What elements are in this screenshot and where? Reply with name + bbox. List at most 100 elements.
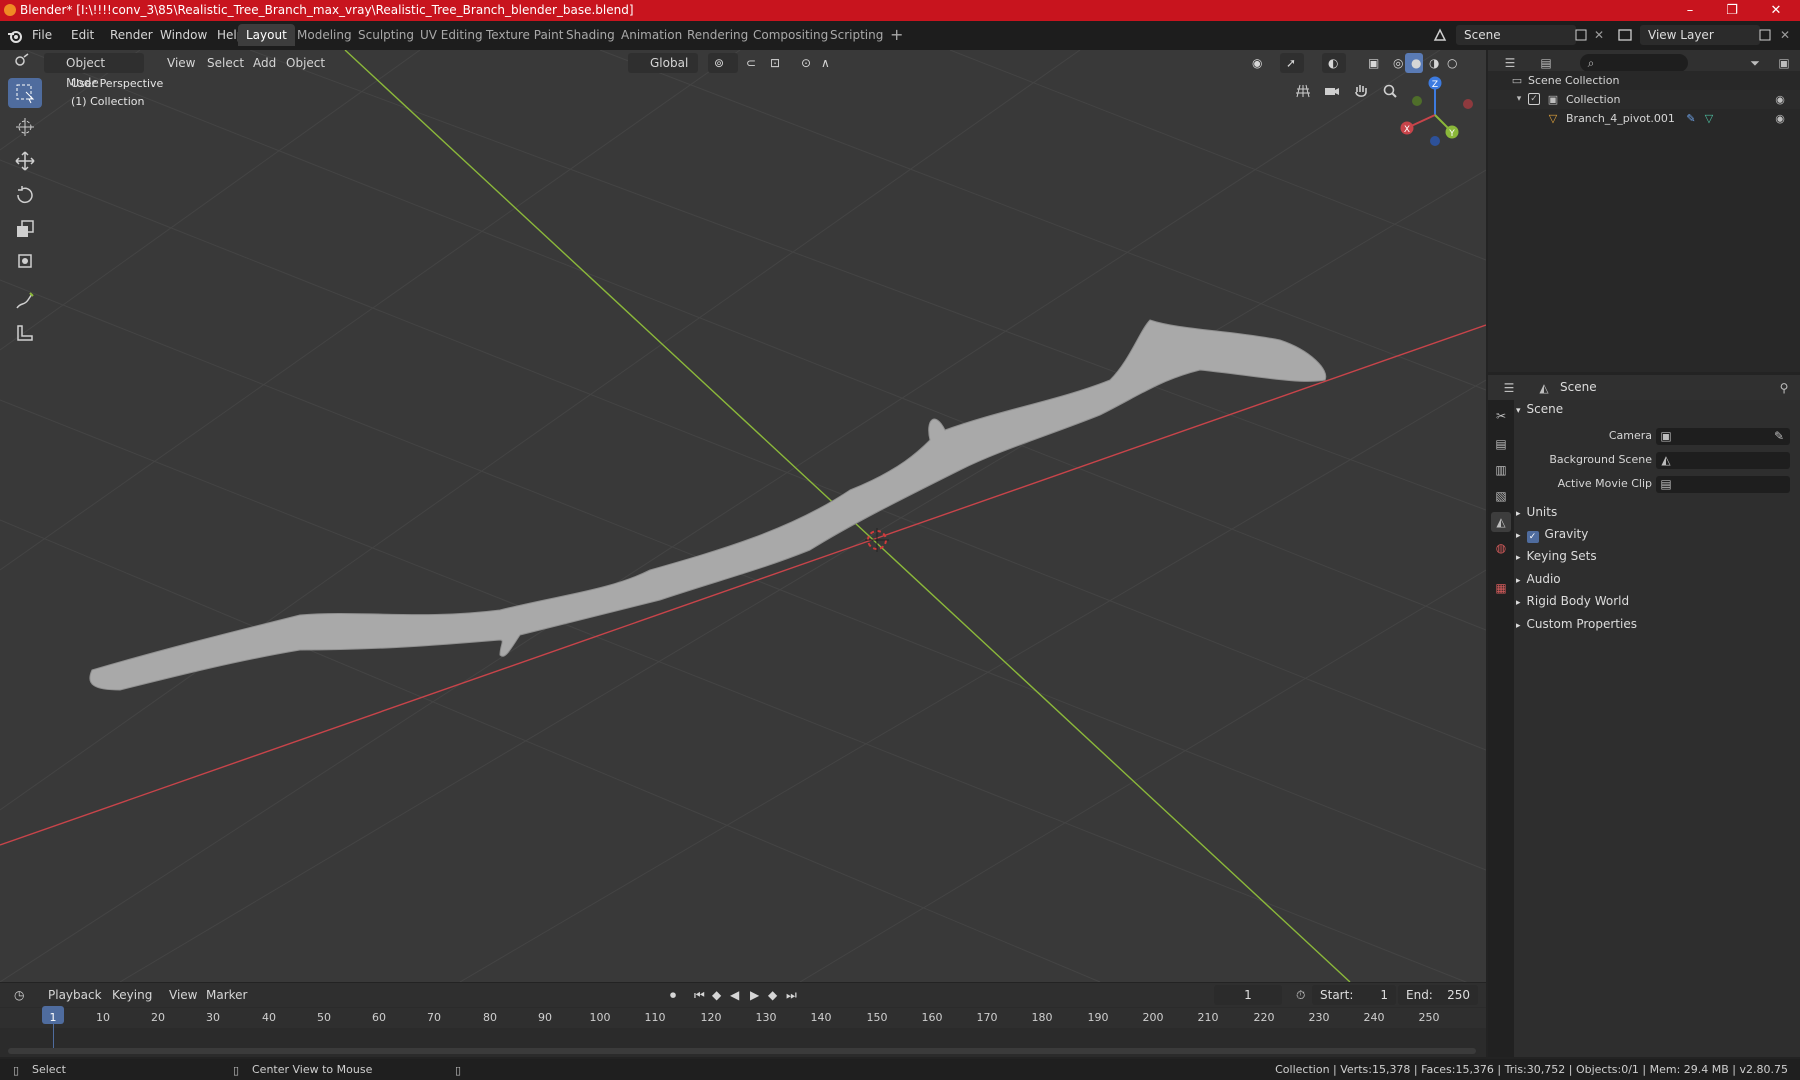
3d-cursor-icon[interactable] <box>865 528 889 552</box>
new-scene-icon[interactable] <box>1572 26 1590 44</box>
menu-file[interactable]: File <box>26 25 58 45</box>
overlay-toggle-icon[interactable]: ◐ <box>1322 53 1346 73</box>
custom-properties-panel-header[interactable]: ▸ Custom Properties <box>1516 613 1796 635</box>
filter-icon[interactable]: ⏷ <box>1742 55 1768 71</box>
tab-layout[interactable]: Layout <box>238 24 295 46</box>
view-layer-selector-icon[interactable] <box>1614 26 1636 44</box>
gravity-checkbox-icon[interactable]: ✓ <box>1526 531 1539 543</box>
editor-type-icon[interactable] <box>8 53 36 73</box>
menu-window[interactable]: Window <box>154 25 213 45</box>
view-layer-tab-icon[interactable]: ▧ <box>1493 488 1509 504</box>
toggle-grid-icon[interactable] <box>1290 78 1316 104</box>
wireframe-shading-icon[interactable]: ◎ <box>1387 53 1405 73</box>
gravity-panel-header[interactable]: ▸ ✓ Gravity <box>1516 523 1796 545</box>
play-reverse-icon[interactable]: ◀ <box>724 985 742 1005</box>
maximize-button[interactable]: ❐ <box>1712 0 1752 21</box>
current-frame-field[interactable]: 1 <box>1214 985 1282 1005</box>
jump-end-icon[interactable]: ⏭ <box>780 985 798 1005</box>
timeline-menu-view[interactable]: View <box>163 985 203 1005</box>
proportional-edit-icon[interactable]: ⊙ <box>795 53 815 73</box>
move-tool[interactable] <box>8 146 42 176</box>
pan-hand-icon[interactable] <box>1348 78 1374 104</box>
object-mode-dropdown[interactable]: Object Mode <box>44 53 144 90</box>
rigid-body-world-panel-header[interactable]: ▸ Rigid Body World <box>1516 590 1796 612</box>
snap-toggle-icon[interactable]: ⊂ <box>740 53 764 73</box>
new-collection-icon[interactable]: ▣ <box>1774 55 1794 71</box>
rotate-tool[interactable] <box>8 180 42 210</box>
gizmo-neg-y-icon[interactable] <box>1412 96 1422 106</box>
mesh-data-icon[interactable]: ▽ <box>1702 112 1716 125</box>
play-icon[interactable]: ▶ <box>744 985 762 1005</box>
outliner-editor-type-icon[interactable]: ☰ <box>1496 55 1524 71</box>
close-button[interactable]: ✕ <box>1756 0 1796 21</box>
view-layer-field[interactable]: View Layer <box>1640 25 1760 45</box>
remove-view-layer-icon[interactable]: ✕ <box>1776 26 1794 44</box>
select-box-tool[interactable] <box>8 78 42 108</box>
audio-panel-header[interactable]: ▸ Audio <box>1516 568 1796 590</box>
render-tab-icon[interactable]: ▤ <box>1493 436 1509 452</box>
timeline-scrollbar[interactable] <box>8 1048 1476 1054</box>
properties-editor-type-icon[interactable]: ☰ <box>1496 380 1522 396</box>
record-icon[interactable]: ⏺ <box>664 985 684 1005</box>
snap-target-icon[interactable]: ⊡ <box>764 53 792 73</box>
material-shading-icon[interactable]: ◑ <box>1423 53 1441 73</box>
start-frame-field[interactable]: Start: 1 <box>1312 985 1396 1005</box>
add-workspace-button[interactable]: + <box>882 24 911 46</box>
units-panel-header[interactable]: ▸ Units <box>1516 501 1796 523</box>
minimize-button[interactable]: – <box>1670 0 1710 21</box>
timeline-menu-marker[interactable]: Marker <box>200 985 253 1005</box>
viewport-menu-add[interactable]: Add <box>247 53 282 73</box>
camera-view-icon[interactable] <box>1319 78 1345 104</box>
solid-shading-icon[interactable]: ● <box>1405 53 1423 73</box>
tree-branch-mesh[interactable] <box>89 319 1327 691</box>
preview-range-icon[interactable]: ⏱ <box>1290 985 1310 1005</box>
pivot-point-icon[interactable]: ⊚ <box>708 53 738 73</box>
jump-start-icon[interactable]: ⏮ <box>688 985 706 1005</box>
tab-scripting[interactable]: Scripting <box>822 24 891 46</box>
scene-tab-icon[interactable]: ◭ <box>1491 512 1511 532</box>
collection-checkbox-icon[interactable]: ✓ <box>1528 93 1540 105</box>
next-keyframe-icon[interactable]: ◆ <box>762 985 780 1005</box>
timeline-menu-keying[interactable]: Keying <box>106 985 158 1005</box>
collection-visibility-icon[interactable]: ◉ <box>1772 93 1788 106</box>
gizmo-neg-z-icon[interactable] <box>1430 136 1440 146</box>
output-tab-icon[interactable]: ▥ <box>1493 462 1509 478</box>
transform-tool[interactable] <box>8 246 42 276</box>
timeline-editor-type-icon[interactable]: ◷ <box>8 985 36 1005</box>
menu-render[interactable]: Render <box>104 25 159 45</box>
eyedropper-icon[interactable]: ✎ <box>1772 429 1786 443</box>
prev-keyframe-icon[interactable]: ◆ <box>706 985 724 1005</box>
expand-collection-icon[interactable]: ▾ <box>1514 93 1524 105</box>
tool-tab-icon[interactable]: ✂ <box>1493 408 1509 424</box>
viewport-canvas[interactable] <box>0 50 1486 982</box>
pin-icon[interactable]: ⚲ <box>1776 380 1792 396</box>
object-visibility-icon[interactable]: ◉ <box>1772 112 1788 125</box>
rendered-shading-icon[interactable]: ○ <box>1441 53 1459 73</box>
scale-tool[interactable] <box>8 214 42 244</box>
outliner-row-scene-collection[interactable]: ▭ Scene Collection <box>1488 71 1800 90</box>
gizmo-toggle-icon[interactable]: ➚ <box>1280 53 1304 73</box>
scene-field[interactable]: Scene <box>1456 25 1576 45</box>
falloff-icon[interactable]: ∧ <box>815 53 843 73</box>
measure-tool[interactable] <box>8 318 42 348</box>
camera-field[interactable]: ▣ ✎ <box>1656 428 1790 445</box>
annotate-tool[interactable] <box>8 286 42 316</box>
viewport-menu-object[interactable]: Object <box>280 53 331 73</box>
outliner-row-branch[interactable]: ▽ Branch_4_pivot.001 ✎ ▽ ◉ <box>1488 109 1800 128</box>
outliner-row-collection[interactable]: ▾ ✓ ▣ Collection ◉ <box>1488 90 1800 109</box>
navigation-gizmo[interactable]: Z X Y <box>1395 73 1475 153</box>
background-scene-field[interactable]: ◭ <box>1656 452 1790 469</box>
remove-scene-icon[interactable]: ✕ <box>1590 26 1608 44</box>
viewport-menu-view[interactable]: View <box>161 53 201 73</box>
gizmo-neg-x-icon[interactable] <box>1463 99 1473 109</box>
world-tab-icon[interactable]: ◍ <box>1493 540 1509 556</box>
xray-toggle-icon[interactable]: ▣ <box>1362 53 1384 73</box>
visibility-icon[interactable]: ◉ <box>1246 53 1274 73</box>
timeline-menu-playback[interactable]: Playback <box>42 985 108 1005</box>
active-movie-clip-field[interactable]: ▤ <box>1656 476 1790 493</box>
tab-modeling[interactable]: Modeling <box>289 24 360 46</box>
cursor-tool[interactable] <box>8 112 42 142</box>
scene-panel-header[interactable]: ▾ Scene <box>1516 398 1796 420</box>
modifier-icon[interactable]: ✎ <box>1684 112 1698 125</box>
menu-edit[interactable]: Edit <box>65 25 100 45</box>
